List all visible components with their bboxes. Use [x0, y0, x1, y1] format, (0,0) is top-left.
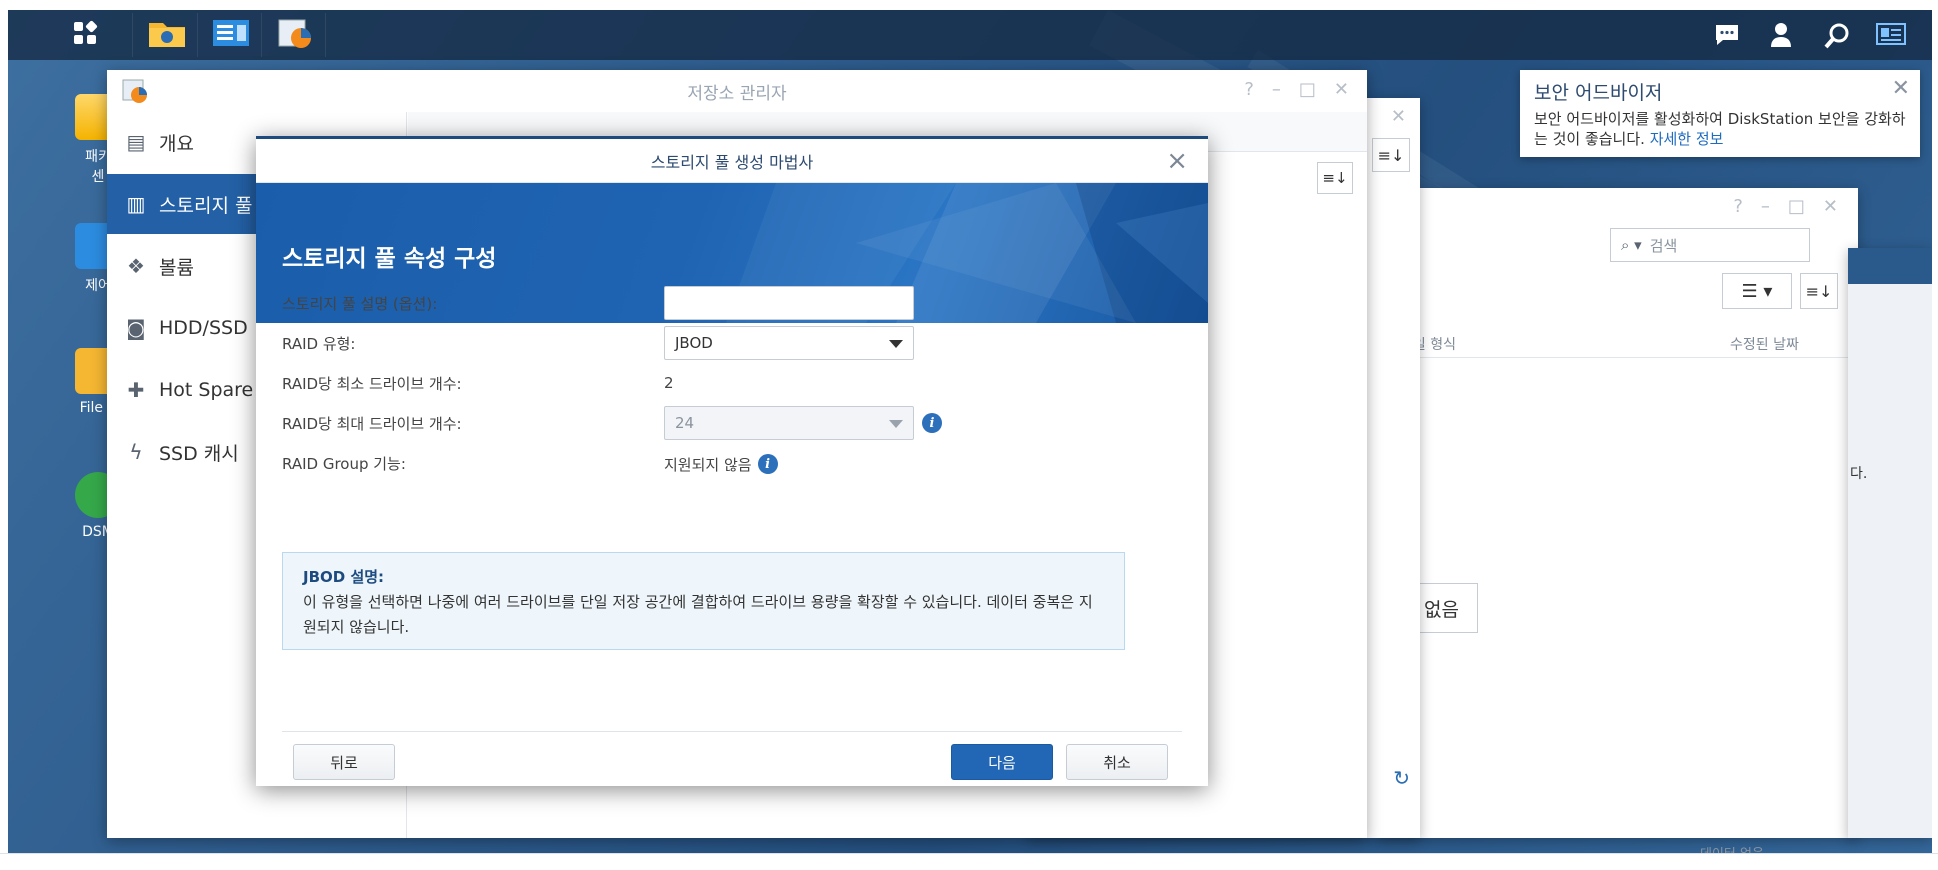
info-icon[interactable]: i	[922, 413, 942, 433]
description-title: JBOD 설명:	[303, 568, 385, 586]
hdd-icon: ◙	[126, 316, 146, 340]
widgets-icon[interactable]	[1876, 22, 1906, 51]
sidebar-item-label: 개요	[159, 132, 194, 155]
storage-manager-icon	[121, 78, 149, 111]
chat-icon[interactable]	[1713, 22, 1741, 53]
description-label: 스토리지 풀 설명 (옵션):	[282, 294, 438, 313]
min-drives-value: 2	[664, 374, 674, 392]
raid-type-select[interactable]: JBOD	[664, 326, 914, 360]
dialog-title: 스토리지 풀 생성 마법사	[650, 152, 814, 172]
sort-icon: ≡↓	[1377, 145, 1405, 165]
close-icon[interactable]: ✕	[1334, 79, 1349, 100]
side-panel-header	[1848, 248, 1932, 284]
window-controls: ? – □ ✕	[1733, 196, 1838, 217]
close-icon[interactable]: ✕	[1823, 196, 1838, 217]
description-text: 이 유형을 선택하면 나중에 여러 드라이브를 단일 저장 공간에 결합하여 드…	[303, 593, 1093, 636]
taskbar-storage-manager[interactable]	[264, 13, 326, 57]
search-icon: ⌕ ▾	[1621, 236, 1642, 254]
sort-button[interactable]: ≡↓	[1372, 138, 1410, 172]
control-panel-icon	[211, 17, 251, 53]
view-mode-button[interactable]: ☰ ▾	[1722, 273, 1792, 309]
side-panel-text: 다.	[1850, 466, 1868, 482]
side-panel-window: 다.	[1848, 248, 1932, 838]
search-placeholder: 검색	[1649, 236, 1678, 255]
window-title: 저장소 관리자	[687, 83, 787, 104]
taskbar	[8, 10, 1932, 60]
sidebar-item-label: 스토리지 풀	[159, 194, 253, 217]
maximize-icon[interactable]: □	[1299, 79, 1316, 100]
next-button[interactable]: 다음	[951, 744, 1053, 780]
banner-title: 스토리지 풀 속성 구성	[282, 246, 497, 272]
close-icon[interactable]: ×	[1166, 146, 1188, 176]
sidebar-item-storage-pool[interactable]: ▥ 스토리지 풀	[107, 174, 277, 234]
window-controls: ? – □ ✕	[1244, 79, 1349, 100]
volume-icon: ❖	[127, 254, 145, 278]
sort-button[interactable]: ≡↓	[1317, 162, 1353, 194]
main-menu-button[interactable]	[38, 13, 133, 57]
footer-divider	[282, 731, 1182, 732]
raid-group-label: RAID Group 기능:	[282, 454, 406, 473]
sort-button[interactable]: ≡↓	[1800, 273, 1838, 309]
help-icon[interactable]: ?	[1733, 196, 1743, 217]
notification-body: 보안 어드바이저를 활성화하여 DiskStation 보안을 강화하는 것이 …	[1534, 109, 1906, 149]
taskbar-control-panel[interactable]	[200, 13, 262, 57]
minimize-icon[interactable]: –	[1272, 79, 1281, 100]
max-drives-value: 24	[675, 414, 695, 432]
back-button[interactable]: 뒤로	[293, 744, 395, 780]
storage-pool-icon: ▥	[126, 192, 146, 216]
raid-type-value: JBOD	[675, 334, 713, 352]
max-drives-select: 24	[664, 406, 914, 440]
file-list-header: 파일 형식 수정된 날짜	[1378, 328, 1858, 358]
storage-pool-wizard-dialog: 스토리지 풀 생성 마법사 × 스토리지 풀 속성 구성 스토리지 풀 설명 (…	[256, 136, 1208, 786]
status-no-data: 데이터 없음	[1700, 843, 1764, 853]
ssd-cache-icon: ϟ	[129, 440, 143, 464]
jbod-description-box: JBOD 설명: 이 유형을 선택하면 나중에 여러 드라이브를 단일 저장 공…	[282, 552, 1125, 650]
sidebar-item-label: HDD/SSD	[159, 317, 248, 339]
chevron-down-icon	[889, 420, 903, 428]
user-icon[interactable]	[1768, 22, 1794, 53]
file-station-icon	[147, 17, 187, 53]
file-station-window: ?–□✕ ⌕ ▾ 검색 ☰ ▾ ≡↓ 파일 형식 수정된 날짜 어 없음 데이터…	[1378, 188, 1858, 853]
storage-manager-icon	[275, 16, 315, 54]
dialog-titlebar: 스토리지 풀 생성 마법사 ×	[256, 139, 1208, 183]
bottom-strip	[0, 853, 1938, 870]
min-drives-label: RAID당 최소 드라이브 개수:	[282, 374, 462, 393]
help-icon[interactable]: ?	[1244, 79, 1254, 100]
close-icon[interactable]: ✕	[1892, 76, 1910, 101]
hot-spare-icon: ✚	[127, 378, 145, 402]
info-icon[interactable]: i	[757, 454, 778, 474]
sidebar-item-label: Hot Spare	[159, 379, 254, 401]
overview-icon: ▤	[126, 130, 146, 154]
window-titlebar: 저장소 관리자 ? – □ ✕	[107, 70, 1367, 112]
sort-icon: ≡↓	[1322, 169, 1348, 187]
sidebar-item-label: 볼륨	[159, 256, 194, 279]
raid-group-value-wrap: 지원되지 않음 i	[664, 447, 778, 481]
security-advisor-notification[interactable]: 보안 어드바이저 보안 어드바이저를 활성화하여 DiskStation 보안을…	[1520, 70, 1920, 157]
raid-type-label: RAID 유형:	[282, 334, 356, 353]
notification-link[interactable]: 자세한 정보	[1650, 130, 1724, 148]
maximize-icon[interactable]: □	[1788, 196, 1805, 217]
sidebar-item-label: SSD 캐시	[159, 442, 239, 465]
description-input[interactable]	[664, 286, 914, 320]
raid-group-value: 지원되지 않음	[664, 455, 752, 474]
notification-title: 보안 어드바이저	[1534, 82, 1663, 104]
refresh-icon[interactable]: ↻	[1393, 766, 1410, 790]
main-menu-icon	[72, 20, 98, 51]
minimize-icon[interactable]: –	[1761, 196, 1770, 217]
column-modified[interactable]: 수정된 날짜	[1730, 334, 1799, 354]
search-icon[interactable]	[1823, 22, 1851, 55]
close-icon[interactable]: ✕	[1391, 106, 1406, 127]
sort-icon: ≡↓	[1805, 281, 1833, 301]
cancel-button[interactable]: 취소	[1066, 744, 1168, 780]
max-drives-label: RAID당 최대 드라이브 개수:	[282, 414, 462, 433]
list-icon: ☰ ▾	[1741, 280, 1773, 302]
chevron-down-icon	[889, 340, 903, 348]
taskbar-file-station[interactable]	[136, 13, 198, 57]
search-input[interactable]: ⌕ ▾ 검색	[1610, 228, 1810, 262]
